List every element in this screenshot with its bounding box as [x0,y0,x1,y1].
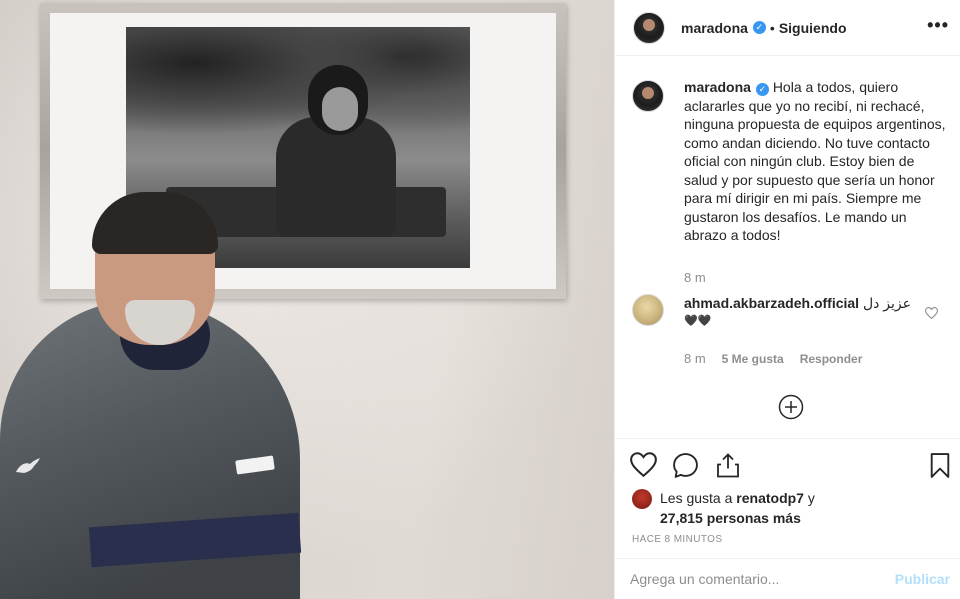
plus-circle-icon[interactable] [778,394,804,423]
more-horizontal-icon[interactable]: ••• [927,16,949,34]
caption-verified-badge-icon: ✓ [755,83,769,96]
heart-icon[interactable] [630,452,657,480]
comment-time[interactable]: 8 m [684,351,706,366]
photo-young-man-face [322,87,358,131]
comment-body: ahmad.akbarzadeh.official عزیز دل 🖤🖤 [684,294,924,330]
puma-logo-icon [14,456,42,482]
share-icon[interactable] [715,452,741,482]
following-button[interactable]: Siguiendo [779,20,847,36]
bookmark-icon[interactable] [929,452,951,482]
likes-summary: Les gusta a renatodp7 y 27,815 personas … [632,488,952,528]
verified-badge-icon: ✓ [752,21,766,34]
comment-icon[interactable] [672,452,699,482]
comment-input[interactable] [630,571,880,587]
likes-connector: y [807,490,815,506]
comment-reply-button[interactable]: Responder [800,352,863,366]
comment-like-heart-icon[interactable] [924,306,939,322]
add-comment-bar: Publicar [614,558,960,599]
action-bar [614,438,960,492]
likes-text: Les gusta a renatodp7 y 27,815 personas … [660,488,815,528]
author-username[interactable]: maradona [681,20,748,36]
liker-username[interactable]: renatodp7 [736,490,804,506]
author-avatar[interactable] [633,11,665,44]
comment-item: ahmad.akbarzadeh.official عزیز دل 🖤🖤 [632,294,952,330]
comment-emoji: 🖤🖤 [684,315,712,327]
caption-author-avatar[interactable] [632,80,664,112]
caption: maradona ✓ Hola a todos, quiero aclararle… [632,78,952,245]
header-separator: • [769,19,775,36]
comment-likes-count[interactable]: 5 Me gusta [722,352,784,366]
likes-prefix: Les gusta a [660,490,733,506]
post-timestamp[interactable]: HACE 8 MINUTOS [632,534,722,545]
commenter-username[interactable]: ahmad.akbarzadeh.official [684,295,859,311]
post-photo[interactable] [0,0,614,599]
likes-count-link[interactable]: 27,815 personas más [660,510,801,526]
commenter-avatar[interactable] [632,294,664,326]
post-header: maradona ✓ • Siguiendo ••• [615,0,960,56]
liker-avatar[interactable] [632,489,652,509]
photo-young-man-body [276,117,396,237]
caption-author-username[interactable]: maradona [684,79,751,95]
comment-text: عزیز دل [862,295,911,311]
comment-meta: 8 m 5 Me gusta Responder [684,351,878,366]
caption-body: maradona ✓ Hola a todos, quiero aclararle… [684,78,946,245]
caption-time[interactable]: 8 m [684,270,706,285]
caption-text: Hola a todos, quiero aclararles que yo n… [684,79,946,243]
publish-button[interactable]: Publicar [895,571,950,587]
